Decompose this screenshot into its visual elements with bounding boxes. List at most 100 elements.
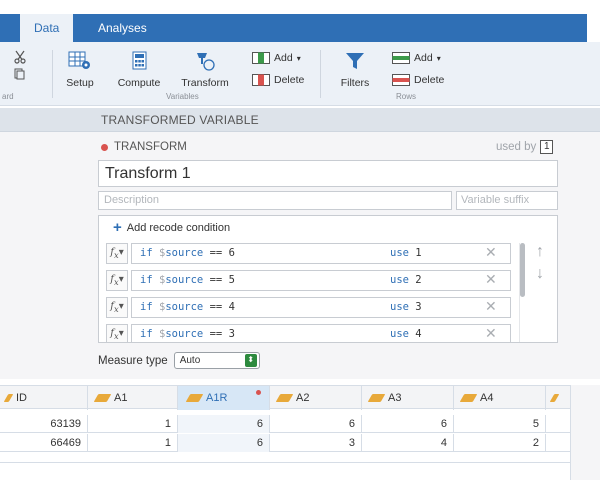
table-row: 66469 1 6 3 4 2 [0, 434, 570, 452]
description-input[interactable]: Description [98, 191, 452, 210]
condition-field[interactable]: if $source == 5 use 2 [131, 270, 511, 291]
column-header-a3[interactable]: A3 [362, 386, 454, 410]
filters-label: Filters [340, 77, 370, 89]
select-stepper-icon: ⬍ [244, 354, 257, 367]
condition-expression: if $source == 5 [140, 274, 235, 286]
function-button[interactable]: fx▾ [106, 297, 128, 318]
filters-button[interactable]: Filters [336, 50, 374, 89]
condition-field[interactable]: if $source == 3 use 4 [131, 324, 511, 342]
add-row-icon [392, 52, 410, 64]
pencil-icon [549, 394, 560, 402]
add-row-label: Add [414, 52, 433, 64]
section-title: TRANSFORMED VARIABLE [101, 113, 259, 127]
delete-variable-button[interactable]: Delete [252, 74, 304, 86]
remove-condition-icon[interactable]: ✕ [485, 325, 497, 342]
variables-group-label: Variables [166, 92, 199, 101]
table-cell[interactable]: 3 [270, 434, 362, 452]
move-down-icon[interactable]: ↓ [536, 265, 544, 283]
conditions-scrollbar[interactable] [520, 243, 525, 297]
plus-icon: + [113, 219, 122, 236]
measure-type-select[interactable]: Auto ⬍ [173, 352, 260, 369]
table-cell[interactable]: 5 [454, 415, 546, 433]
function-button[interactable]: fx▾ [106, 243, 128, 264]
add-column-icon [252, 52, 270, 64]
compute-button[interactable]: Compute [116, 50, 162, 89]
used-by-label: used by [496, 141, 537, 153]
setup-button[interactable]: Setup [62, 50, 98, 89]
condition-field[interactable]: if $source == 4 use 3 [131, 297, 511, 318]
delete-row-label: Delete [414, 74, 445, 86]
table-cell[interactable]: 4 [362, 434, 454, 452]
move-up-icon[interactable]: ↑ [536, 243, 544, 261]
setup-icon [68, 51, 90, 69]
pencil-icon [93, 394, 112, 402]
pencil-icon [185, 394, 204, 402]
function-button[interactable]: fx▾ [106, 324, 128, 342]
remove-condition-icon[interactable]: ✕ [485, 298, 497, 315]
function-button[interactable]: fx▾ [106, 270, 128, 291]
variable-suffix-input[interactable]: Variable suffix [456, 191, 558, 210]
condition-field[interactable]: if $source == 6 use 1 [131, 243, 511, 264]
delete-column-icon [252, 74, 270, 86]
column-header-a1r[interactable]: A1R [178, 386, 270, 410]
transform-label: Transform [181, 77, 229, 89]
measure-type-label: Measure type [98, 354, 168, 367]
table-cell[interactable]: 2 [454, 434, 546, 452]
condition-expression: if $source == 3 [140, 328, 235, 340]
table-cell[interactable]: 1 [88, 434, 178, 452]
delete-row-button[interactable]: Delete [392, 74, 444, 86]
chevron-down-icon: ▾ [296, 53, 301, 63]
column-header-label: A1R [206, 392, 228, 404]
tab-bar: Data Analyses [0, 0, 600, 42]
tab-analyses[interactable]: Analyses [84, 14, 161, 42]
column-header-label: A2 [296, 392, 310, 404]
recode-condition-row: fx▾ if $source == 3 use 4 [106, 323, 511, 342]
paste-button[interactable] [14, 68, 25, 83]
transform-dot-icon [256, 390, 261, 395]
column-header-next[interactable] [546, 386, 570, 410]
spreadsheet-header: ID A1 A1R A2 A3 A4 [0, 385, 570, 410]
add-variable-button[interactable]: Add ▾ [252, 52, 301, 64]
transform-icon [197, 53, 215, 71]
add-row-button[interactable]: Add ▾ [392, 52, 441, 64]
column-header-id[interactable]: ID [0, 386, 88, 410]
tab-data[interactable]: Data [20, 14, 74, 42]
fx-icon: fx▾ [110, 247, 124, 260]
funnel-icon [346, 53, 364, 69]
pencil-icon [3, 394, 14, 402]
condition-result: use 2 [390, 274, 422, 286]
recode-conditions-box: + Add recode condition fx▾ if $source ==… [98, 215, 558, 343]
pencil-icon [275, 394, 294, 402]
cut-button[interactable] [14, 50, 26, 67]
table-cell[interactable]: 6 [178, 434, 270, 452]
remove-condition-icon[interactable]: ✕ [485, 271, 497, 288]
table-cell[interactable]: 6 [178, 415, 270, 433]
fx-icon: fx▾ [110, 328, 124, 341]
table-cell[interactable]: 6 [362, 415, 454, 433]
fx-icon: fx▾ [110, 274, 124, 287]
ribbon-divider [320, 50, 321, 98]
add-recode-condition-button[interactable]: + Add recode condition [113, 219, 231, 236]
column-header-label: A3 [388, 392, 402, 404]
transform-name-input[interactable]: Transform 1 [98, 160, 558, 187]
column-header-a4[interactable]: A4 [454, 386, 546, 410]
transform-button[interactable]: Transform [178, 50, 232, 89]
table-cell[interactable]: 66469 [0, 434, 88, 452]
column-header-a1[interactable]: A1 [88, 386, 178, 410]
status-dot-icon [101, 143, 108, 151]
used-by-indicator: used by 1 [496, 140, 554, 154]
section-header: TRANSFORMED VARIABLE [0, 108, 600, 132]
ribbon-divider [52, 50, 53, 98]
column-header-a2[interactable]: A2 [270, 386, 362, 410]
add-recode-label: Add recode condition [126, 222, 231, 234]
used-by-count[interactable]: 1 [540, 140, 554, 154]
condition-expression: if $source == 4 [140, 301, 235, 313]
condition-expression: if $source == 6 [140, 247, 235, 259]
condition-result: use 4 [390, 328, 422, 340]
remove-condition-icon[interactable]: ✕ [485, 244, 497, 261]
table-cell[interactable]: 6 [270, 415, 362, 433]
table-cell[interactable]: 63139 [0, 415, 88, 433]
table-cell[interactable]: 1 [88, 415, 178, 433]
transform-heading: TRANSFORM [101, 141, 187, 153]
results-pane-edge [570, 385, 600, 480]
